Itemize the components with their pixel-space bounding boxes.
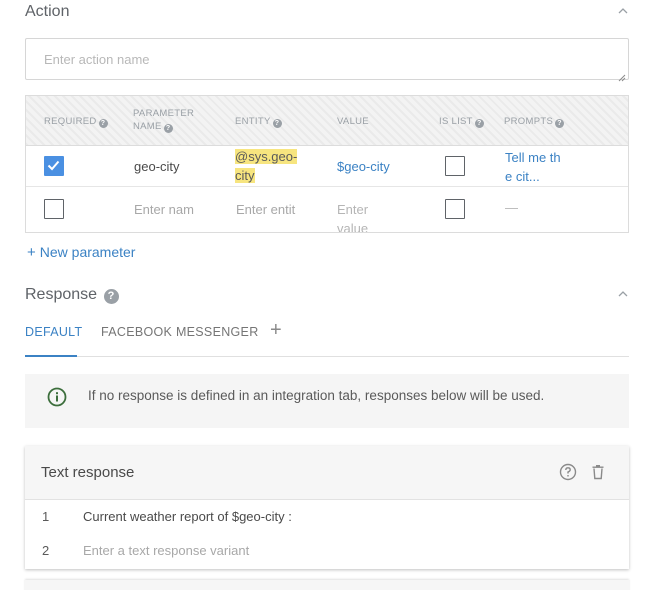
text-response-row[interactable]: 1 Current weather report of $geo-city : — [25, 500, 629, 533]
parameters-table-header: REQUIRED? PARAMETER NAME? ENTITY? VALUE … — [26, 96, 628, 146]
resize-handle-icon[interactable] — [618, 69, 626, 82]
parameter-name[interactable]: geo-city — [134, 159, 180, 174]
header-entity: ENTITY? — [235, 115, 282, 128]
trash-icon[interactable] — [589, 463, 607, 481]
help-circle-icon[interactable]: ? — [555, 119, 565, 128]
header-prompts: PROMPTS? — [504, 115, 565, 128]
parameter-name-input[interactable]: Enter nam — [134, 202, 194, 217]
help-circle-icon[interactable]: ? — [163, 124, 173, 133]
parameter-entity-input[interactable]: Enter entit — [236, 202, 295, 217]
next-card-edge — [25, 580, 629, 590]
text-response-value[interactable]: Current weather report of $geo-city : — [83, 509, 292, 524]
action-section-title: Action — [25, 3, 70, 20]
action-name-placeholder: Enter action name — [44, 52, 150, 67]
help-circle-icon[interactable]: ? — [474, 119, 484, 128]
text-response-input[interactable]: Enter a text response variant — [83, 543, 249, 558]
text-response-row[interactable]: 2 Enter a text response variant — [25, 534, 629, 567]
parameter-row: geo-city @sys.geo- city $geo-city Tell m… — [26, 146, 628, 187]
parameters-table: REQUIRED? PARAMETER NAME? ENTITY? VALUE … — [25, 95, 629, 233]
help-circle-icon[interactable] — [559, 463, 577, 481]
action-collapse-chevron-up-icon[interactable] — [618, 6, 628, 16]
header-parameter-name: PARAMETER NAME? — [133, 108, 195, 133]
info-banner: If no response is defined in an integrat… — [25, 374, 629, 428]
required-checkbox[interactable] — [44, 156, 64, 176]
row-number: 1 — [42, 509, 50, 524]
check-icon — [47, 160, 60, 171]
action-name-input[interactable]: Enter action name — [25, 38, 629, 82]
required-checkbox[interactable] — [44, 199, 64, 219]
parameter-entity[interactable]: @sys.geo- city — [235, 147, 305, 185]
parameter-value-input[interactable]: Enter value — [337, 200, 368, 232]
parameter-value[interactable]: $geo-city — [337, 159, 390, 174]
tab-default[interactable]: DEFAULT — [25, 325, 82, 339]
help-circle-icon[interactable]: ? — [103, 289, 119, 304]
header-is-list: IS LIST? — [439, 115, 484, 128]
new-parameter-button[interactable]: + New parameter — [27, 244, 135, 261]
text-response-card: Text response 1 Current weather report o… — [25, 446, 629, 569]
active-tab-indicator — [25, 355, 77, 357]
parameter-prompts-link[interactable]: Tell me th e cit... — [505, 148, 561, 186]
help-circle-icon[interactable]: ? — [98, 119, 108, 128]
plus-icon: + — [27, 244, 36, 261]
info-circle-icon — [47, 387, 67, 407]
add-tab-plus-icon[interactable]: + — [270, 319, 282, 341]
info-banner-text: If no response is defined in an integrat… — [88, 388, 545, 403]
text-response-title: Text response — [41, 464, 135, 481]
response-section-title: Response ? — [25, 286, 119, 304]
header-required: REQUIRED? — [44, 115, 108, 128]
is-list-checkbox[interactable] — [445, 156, 465, 176]
header-value: VALUE — [337, 116, 369, 127]
is-list-checkbox[interactable] — [445, 199, 465, 219]
tabs-divider — [25, 356, 629, 357]
parameter-prompts-empty: — — [505, 200, 518, 215]
text-response-card-header: Text response — [25, 446, 629, 500]
help-circle-icon[interactable]: ? — [272, 119, 282, 128]
tab-facebook-messenger[interactable]: FACEBOOK MESSENGER — [101, 325, 259, 339]
parameter-row-empty: Enter nam Enter entit Enter value — — [26, 187, 628, 232]
row-number: 2 — [42, 543, 50, 558]
response-collapse-chevron-up-icon[interactable] — [618, 289, 628, 299]
